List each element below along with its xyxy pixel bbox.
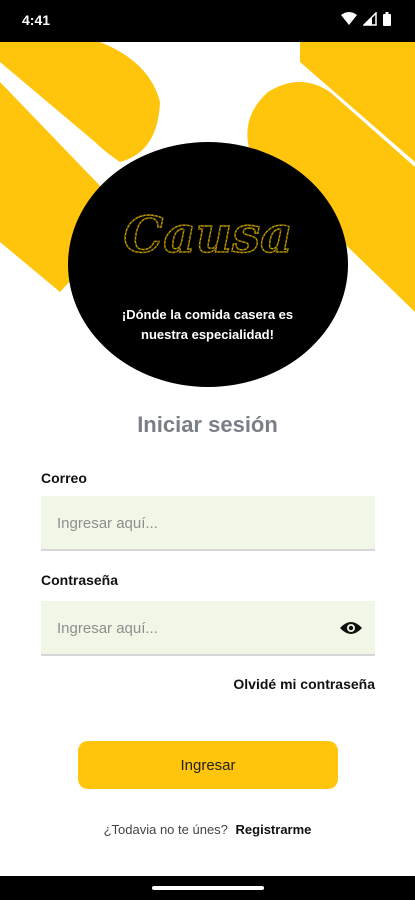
status-time: 4:41 bbox=[22, 12, 51, 28]
email-label: Correo bbox=[41, 470, 87, 486]
show-password-icon[interactable] bbox=[339, 618, 363, 643]
battery-icon bbox=[383, 12, 391, 26]
hero-banner: Causa Causa ¡Dónde la comida casera es n… bbox=[0, 42, 415, 422]
password-label: Contraseña bbox=[41, 572, 119, 588]
status-bar: 4:41 bbox=[0, 0, 415, 42]
page-title: Iniciar sesión bbox=[137, 412, 278, 437]
password-field[interactable] bbox=[41, 601, 329, 656]
email-field[interactable] bbox=[41, 496, 329, 551]
status-icons bbox=[341, 12, 391, 26]
forgot-password-link[interactable]: Olvidé mi contraseña bbox=[233, 676, 375, 692]
home-indicator[interactable] bbox=[152, 886, 264, 890]
register-row: ¿Todavia no te únes? Registrarme bbox=[0, 822, 415, 837]
login-button[interactable]: Ingresar bbox=[78, 741, 338, 789]
navigation-bar bbox=[0, 876, 415, 900]
signal-icon bbox=[363, 12, 377, 26]
wifi-icon bbox=[341, 12, 357, 25]
logo: Causa Causa bbox=[0, 200, 415, 275]
tagline-line-1: ¡Dónde la comida casera es bbox=[121, 307, 294, 322]
email-field-container bbox=[41, 496, 375, 551]
logo-text-inner: Causa bbox=[123, 205, 292, 264]
password-field-container bbox=[41, 601, 375, 656]
tagline: ¡Dónde la comida casera es nuestra espec… bbox=[95, 305, 320, 345]
tagline-line-2: nuestra especialidad! bbox=[141, 327, 274, 342]
register-prompt: ¿Todavia no te únes? bbox=[103, 822, 228, 837]
register-link[interactable]: Registrarme bbox=[236, 822, 312, 837]
causa-logo-icon: Causa Causa bbox=[122, 204, 292, 264]
